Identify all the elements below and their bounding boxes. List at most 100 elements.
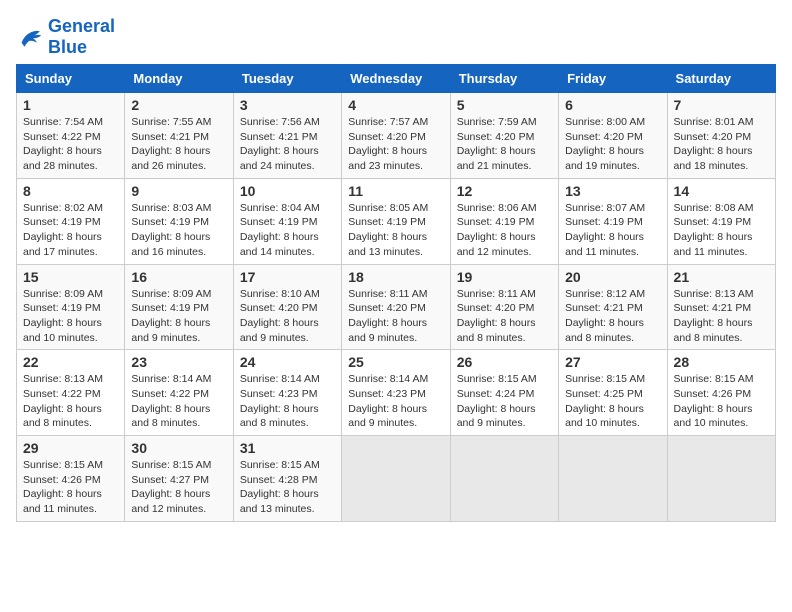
calendar-cell: 19Sunrise: 8:11 AMSunset: 4:20 PMDayligh… xyxy=(450,264,558,350)
day-number: 7 xyxy=(674,97,769,113)
calendar-table: SundayMondayTuesdayWednesdayThursdayFrid… xyxy=(16,64,776,522)
day-info: Sunrise: 8:15 AMSunset: 4:24 PMDaylight:… xyxy=(457,373,537,429)
calendar-cell: 8 Sunrise: 8:02 AMSunset: 4:19 PMDaylight… xyxy=(17,178,125,264)
day-info: Sunrise: 8:01 AMSunset: 4:20 PMDaylight:… xyxy=(674,116,754,172)
day-info: Sunrise: 8:15 AMSunset: 4:27 PMDaylight:… xyxy=(131,459,211,515)
day-number: 27 xyxy=(565,354,660,370)
calendar-cell: 6 Sunrise: 8:00 AMSunset: 4:20 PMDaylight… xyxy=(559,93,667,179)
calendar-cell: 25 Sunrise: 8:14 AMSunset: 4:23 PMDayligh… xyxy=(342,350,450,436)
day-number: 18 xyxy=(348,269,443,285)
day-info: Sunrise: 8:14 AMSunset: 4:23 PMDaylight:… xyxy=(348,373,428,429)
day-info: Sunrise: 8:04 AMSunset: 4:19 PMDaylight:… xyxy=(240,202,320,258)
day-number: 4 xyxy=(348,97,443,113)
day-info: Sunrise: 8:00 AMSunset: 4:20 PMDaylight:… xyxy=(565,116,645,172)
calendar-cell: 3 Sunrise: 7:56 AMSunset: 4:21 PMDaylight… xyxy=(233,93,341,179)
day-info: Sunrise: 8:05 AMSunset: 4:19 PMDaylight:… xyxy=(348,202,428,258)
day-number: 22 xyxy=(23,354,118,370)
calendar-cell: 29 Sunrise: 8:15 AMSunset: 4:26 PMDayligh… xyxy=(17,436,125,522)
header: General Blue xyxy=(16,16,776,58)
calendar-cell: 17 Sunrise: 8:10 AMSunset: 4:20 PMDayligh… xyxy=(233,264,341,350)
week-row-3: 15 Sunrise: 8:09 AMSunset: 4:19 PMDayligh… xyxy=(17,264,776,350)
calendar-cell xyxy=(667,436,775,522)
calendar-cell xyxy=(342,436,450,522)
calendar-cell: 12 Sunrise: 8:06 AMSunset: 4:19 PMDayligh… xyxy=(450,178,558,264)
calendar-cell: 31 Sunrise: 8:15 AMSunset: 4:28 PMDayligh… xyxy=(233,436,341,522)
calendar-cell: 9 Sunrise: 8:03 AMSunset: 4:19 PMDaylight… xyxy=(125,178,233,264)
day-info: Sunrise: 8:11 AMSunset: 4:20 PMDaylight:… xyxy=(348,288,427,344)
calendar-cell: 11 Sunrise: 8:05 AMSunset: 4:19 PMDayligh… xyxy=(342,178,450,264)
calendar-cell xyxy=(559,436,667,522)
day-number: 14 xyxy=(674,183,769,199)
calendar-cell xyxy=(450,436,558,522)
day-number: 3 xyxy=(240,97,335,113)
day-number: 9 xyxy=(131,183,226,199)
day-number: 15 xyxy=(23,269,118,285)
calendar-cell: 26 Sunrise: 8:15 AMSunset: 4:24 PMDayligh… xyxy=(450,350,558,436)
calendar-cell: 15 Sunrise: 8:09 AMSunset: 4:19 PMDayligh… xyxy=(17,264,125,350)
day-number: 23 xyxy=(131,354,226,370)
header-day-thursday: Thursday xyxy=(450,65,558,93)
week-row-5: 29 Sunrise: 8:15 AMSunset: 4:26 PMDayligh… xyxy=(17,436,776,522)
day-info: Sunrise: 8:07 AMSunset: 4:19 PMDaylight:… xyxy=(565,202,645,258)
day-info: Sunrise: 8:02 AMSunset: 4:19 PMDaylight:… xyxy=(23,202,103,258)
day-number: 10 xyxy=(240,183,335,199)
logo: General Blue xyxy=(16,16,115,58)
calendar-cell: 16Sunrise: 8:09 AMSunset: 4:19 PMDayligh… xyxy=(125,264,233,350)
day-number: 11 xyxy=(348,183,443,199)
calendar-cell: 20 Sunrise: 8:12 AMSunset: 4:21 PMDayligh… xyxy=(559,264,667,350)
day-info: Sunrise: 8:12 AMSunset: 4:21 PMDaylight:… xyxy=(565,288,645,344)
day-number: 29 xyxy=(23,440,118,456)
calendar-cell: 13 Sunrise: 8:07 AMSunset: 4:19 PMDayligh… xyxy=(559,178,667,264)
calendar-cell: 18 Sunrise: 8:11 AMSunset: 4:20 PMDayligh… xyxy=(342,264,450,350)
day-info: Sunrise: 8:09 AMSunset: 4:19 PMDaylight:… xyxy=(23,288,103,344)
day-number: 8 xyxy=(23,183,118,199)
day-number: 25 xyxy=(348,354,443,370)
day-number: 17 xyxy=(240,269,335,285)
day-info: Sunrise: 7:56 AMSunset: 4:21 PMDaylight:… xyxy=(240,116,320,172)
calendar-cell: 30 Sunrise: 8:15 AMSunset: 4:27 PMDayligh… xyxy=(125,436,233,522)
day-info: Sunrise: 8:13 AMSunset: 4:22 PMDaylight:… xyxy=(23,373,103,429)
day-number: 1 xyxy=(23,97,118,113)
day-number: 21 xyxy=(674,269,769,285)
day-info: Sunrise: 8:14 AMSunset: 4:22 PMDaylight:… xyxy=(131,373,211,429)
calendar-cell: 5Sunrise: 7:59 AMSunset: 4:20 PMDaylight… xyxy=(450,93,558,179)
day-number: 13 xyxy=(565,183,660,199)
week-row-4: 22 Sunrise: 8:13 AMSunset: 4:22 PMDayligh… xyxy=(17,350,776,436)
day-number: 26 xyxy=(457,354,552,370)
header-day-sunday: Sunday xyxy=(17,65,125,93)
logo-text: General Blue xyxy=(48,16,115,58)
header-day-friday: Friday xyxy=(559,65,667,93)
day-number: 31 xyxy=(240,440,335,456)
calendar-cell: 27Sunrise: 8:15 AMSunset: 4:25 PMDayligh… xyxy=(559,350,667,436)
day-info: Sunrise: 8:06 AMSunset: 4:19 PMDaylight:… xyxy=(457,202,537,258)
day-number: 2 xyxy=(131,97,226,113)
day-info: Sunrise: 8:15 AMSunset: 4:26 PMDaylight:… xyxy=(23,459,103,515)
header-day-saturday: Saturday xyxy=(667,65,775,93)
calendar-cell: 23 Sunrise: 8:14 AMSunset: 4:22 PMDayligh… xyxy=(125,350,233,436)
calendar-cell: 14 Sunrise: 8:08 AMSunset: 4:19 PMDayligh… xyxy=(667,178,775,264)
day-info: Sunrise: 8:03 AMSunset: 4:19 PMDaylight:… xyxy=(131,202,211,258)
day-number: 19 xyxy=(457,269,552,285)
day-number: 30 xyxy=(131,440,226,456)
day-info: Sunrise: 8:15 AMSunset: 4:26 PMDaylight:… xyxy=(674,373,754,429)
day-info: Sunrise: 7:59 AMSunset: 4:20 PMDaylight:… xyxy=(457,116,537,172)
day-number: 20 xyxy=(565,269,660,285)
week-row-2: 8 Sunrise: 8:02 AMSunset: 4:19 PMDaylight… xyxy=(17,178,776,264)
day-info: Sunrise: 8:14 AMSunset: 4:23 PMDaylight:… xyxy=(240,373,320,429)
calendar-cell: 28 Sunrise: 8:15 AMSunset: 4:26 PMDayligh… xyxy=(667,350,775,436)
calendar-cell: 2Sunrise: 7:55 AMSunset: 4:21 PMDaylight… xyxy=(125,93,233,179)
calendar-cell: 22 Sunrise: 8:13 AMSunset: 4:22 PMDayligh… xyxy=(17,350,125,436)
calendar-cell: 1Sunrise: 7:54 AMSunset: 4:22 PMDaylight… xyxy=(17,93,125,179)
day-number: 6 xyxy=(565,97,660,113)
day-info: Sunrise: 8:10 AMSunset: 4:20 PMDaylight:… xyxy=(240,288,320,344)
calendar-cell: 7 Sunrise: 8:01 AMSunset: 4:20 PMDaylight… xyxy=(667,93,775,179)
day-info: Sunrise: 7:57 AMSunset: 4:20 PMDaylight:… xyxy=(348,116,428,172)
day-info: Sunrise: 8:13 AMSunset: 4:21 PMDaylight:… xyxy=(674,288,754,344)
day-number: 28 xyxy=(674,354,769,370)
logo-icon xyxy=(16,23,44,51)
day-info: Sunrise: 8:15 AMSunset: 4:28 PMDaylight:… xyxy=(240,459,320,515)
day-number: 12 xyxy=(457,183,552,199)
day-info: Sunrise: 8:08 AMSunset: 4:19 PMDaylight:… xyxy=(674,202,754,258)
day-number: 16 xyxy=(131,269,226,285)
calendar-cell: 24Sunrise: 8:14 AMSunset: 4:23 PMDayligh… xyxy=(233,350,341,436)
